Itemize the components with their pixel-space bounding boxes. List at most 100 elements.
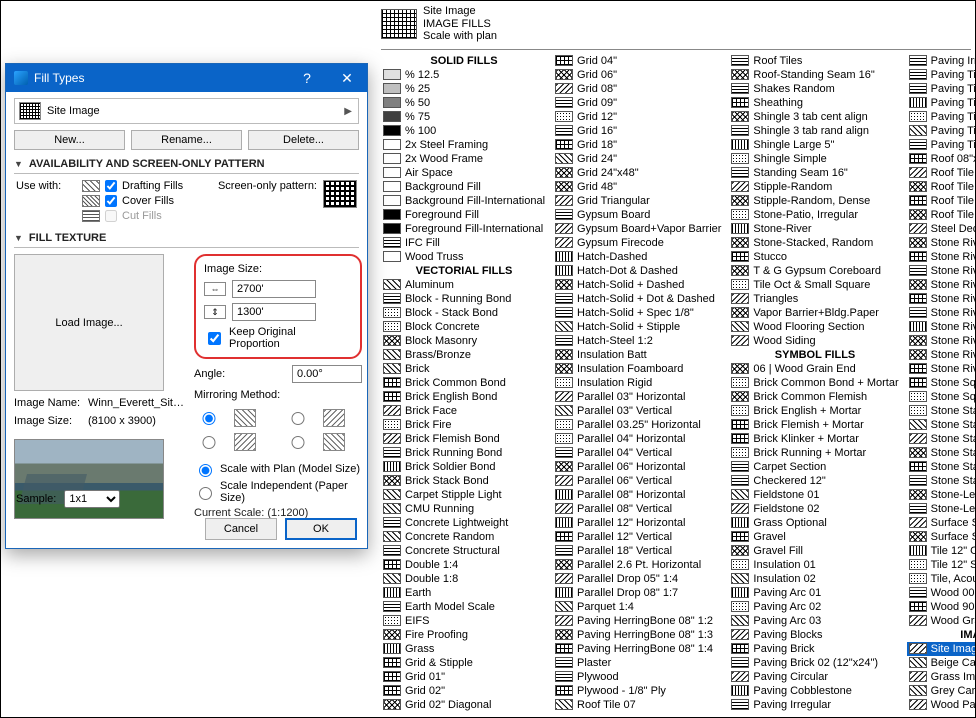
- mirror-option-2[interactable]: [283, 412, 313, 425]
- list-item[interactable]: Air Space: [381, 166, 547, 180]
- list-item[interactable]: Grid 02" Diagonal: [381, 698, 547, 712]
- list-item[interactable]: Beige Carpet: [907, 656, 975, 670]
- list-item[interactable]: Checkered 12": [729, 474, 900, 488]
- drafting-fills-checkbox[interactable]: [105, 180, 117, 192]
- list-item[interactable]: Stone-Patio, Irregular: [729, 208, 900, 222]
- list-item[interactable]: Hatch-Solid + Stipple: [553, 320, 723, 334]
- screen-only-pattern-button[interactable]: [323, 180, 357, 208]
- delete-button[interactable]: Delete...: [248, 130, 359, 150]
- list-item[interactable]: Roof Tiles: [729, 54, 900, 68]
- list-item[interactable]: Tile Oct & Small Square: [729, 278, 900, 292]
- list-item[interactable]: Earth: [381, 586, 547, 600]
- list-item[interactable]: Parallel 03" Vertical: [553, 404, 723, 418]
- list-item[interactable]: Hatch-Dashed: [553, 250, 723, 264]
- list-item[interactable]: Paving Arc 01: [729, 586, 900, 600]
- list-item[interactable]: Paving Irregular: [907, 54, 975, 68]
- list-item[interactable]: Roof-Standing Seam 16": [729, 68, 900, 82]
- list-item[interactable]: Brick Common Bond + Mortar: [729, 376, 900, 390]
- list-item[interactable]: Insulation Foamboard: [553, 362, 723, 376]
- list-item[interactable]: Paving Tile Patio 04: [907, 124, 975, 138]
- list-item[interactable]: Stone Square Tiled Medium 02: [907, 390, 975, 404]
- list-item[interactable]: Paving Brick: [729, 642, 900, 656]
- list-item[interactable]: Stone River Large 03: [907, 264, 975, 278]
- sample-select[interactable]: 1x1: [64, 490, 120, 508]
- list-item[interactable]: Hatch-Solid + Dashed: [553, 278, 723, 292]
- list-item[interactable]: Wood Siding: [729, 334, 900, 348]
- list-item[interactable]: Shakes Random: [729, 82, 900, 96]
- list-item[interactable]: Paving Cobblestone: [729, 684, 900, 698]
- list-item[interactable]: Parallel 12" Horizontal: [553, 516, 723, 530]
- list-item[interactable]: Hatch-Solid + Dot & Dashed: [553, 292, 723, 306]
- list-item[interactable]: Stone River Large 02: [907, 250, 975, 264]
- scale-indep-radio[interactable]: [199, 487, 212, 500]
- list-item[interactable]: Block - Stack Bond: [381, 306, 547, 320]
- fill-selector[interactable]: Site Image ▶: [14, 98, 359, 124]
- list-item[interactable]: Triangles: [729, 292, 900, 306]
- list-item[interactable]: Paving Arc 02: [729, 600, 900, 614]
- list-item[interactable]: Background Fill-International: [381, 194, 547, 208]
- list-item[interactable]: Stone-Ledgestone: [907, 502, 975, 516]
- list-item[interactable]: Brick Face: [381, 404, 547, 418]
- list-item[interactable]: Shingle Simple: [729, 152, 900, 166]
- ok-button[interactable]: OK: [285, 518, 357, 540]
- list-item[interactable]: Paving Tile Patio 03: [907, 110, 975, 124]
- list-item[interactable]: Wood Flooring Section: [729, 320, 900, 334]
- list-item[interactable]: Grid 16": [553, 124, 723, 138]
- list-item[interactable]: Paving Irregular: [729, 698, 900, 712]
- list-item[interactable]: Brick Soldier Bond: [381, 460, 547, 474]
- list-item[interactable]: Tile 12" Oct. & Diamond: [907, 544, 975, 558]
- list-item[interactable]: Stone River XLarge 02: [907, 362, 975, 376]
- list-item[interactable]: Brick Running + Mortar: [729, 446, 900, 460]
- list-item[interactable]: Parallel 06" Horizontal: [553, 460, 723, 474]
- list-item[interactable]: Roof Tile 1-piece mission: [907, 208, 975, 222]
- list-item[interactable]: Paving Circular: [729, 670, 900, 684]
- list-item[interactable]: Sheathing: [729, 96, 900, 110]
- close-button[interactable]: ✕: [327, 64, 367, 92]
- list-item[interactable]: Stone River Medium 04: [907, 320, 975, 334]
- list-item[interactable]: Wood Grain End: [907, 614, 975, 628]
- list-item[interactable]: Wood Truss: [381, 250, 547, 264]
- mirror-option-4[interactable]: [283, 436, 313, 449]
- list-item[interactable]: Brick English + Mortar: [729, 404, 900, 418]
- list-item[interactable]: % 50: [381, 96, 547, 110]
- list-item[interactable]: Grid 08": [553, 82, 723, 96]
- list-item[interactable]: Stone Stacked Medium 04: [907, 446, 975, 460]
- list-item[interactable]: Parallel 04" Horizontal: [553, 432, 723, 446]
- list-item[interactable]: Concrete Lightweight: [381, 516, 547, 530]
- list-item[interactable]: Brick Running Bond: [381, 446, 547, 460]
- list-item[interactable]: 2x Steel Framing: [381, 138, 547, 152]
- list-item[interactable]: Background Fill: [381, 180, 547, 194]
- list-item[interactable]: Parallel 08" Vertical: [553, 502, 723, 516]
- list-item[interactable]: Stipple-Random, Dense: [729, 194, 900, 208]
- list-item[interactable]: Foreground Fill-International: [381, 222, 547, 236]
- load-image-button[interactable]: Load Image...: [14, 254, 164, 391]
- list-item[interactable]: Hatch-Dot & Dashed: [553, 264, 723, 278]
- list-item[interactable]: Wood 00: [907, 586, 975, 600]
- list-item[interactable]: Parallel 12" Vertical: [553, 530, 723, 544]
- list-item[interactable]: Plywood - 1/8" Ply: [553, 684, 723, 698]
- list-item[interactable]: Paving Tile Square Offset 01: [907, 138, 975, 152]
- list-item[interactable]: Parallel 2.6 Pt. Horizontal: [553, 558, 723, 572]
- list-item[interactable]: Parallel 06" Vertical: [553, 474, 723, 488]
- list-item[interactable]: Stone Stacked Medium 03: [907, 432, 975, 446]
- list-item[interactable]: Insulation 02: [729, 572, 900, 586]
- list-item[interactable]: Roof Tile 07: [553, 698, 723, 712]
- list-item[interactable]: Stone Stacked Small 01: [907, 460, 975, 474]
- list-item[interactable]: Paving Tile Garden Tripoint: [907, 68, 975, 82]
- list-item[interactable]: Grass: [381, 642, 547, 656]
- list-item[interactable]: Brick Flemish + Mortar: [729, 418, 900, 432]
- list-item[interactable]: CMU Running: [381, 502, 547, 516]
- list-item[interactable]: T & G Gypsum Coreboard: [729, 264, 900, 278]
- list-item[interactable]: Grid 12": [553, 110, 723, 124]
- list-item[interactable]: Stone Stacked Medium 01: [907, 404, 975, 418]
- list-item[interactable]: % 100: [381, 124, 547, 138]
- new-button[interactable]: New...: [14, 130, 125, 150]
- list-item[interactable]: Parallel 18" Vertical: [553, 544, 723, 558]
- rename-button[interactable]: Rename...: [131, 130, 242, 150]
- list-item[interactable]: Parquet 1:4: [553, 600, 723, 614]
- list-item[interactable]: Surface Stone 1: [907, 516, 975, 530]
- list-item[interactable]: Concrete Random: [381, 530, 547, 544]
- mirror-option-1[interactable]: [194, 412, 224, 425]
- list-item[interactable]: Gravel Fill: [729, 544, 900, 558]
- list-item[interactable]: Wood 90: [907, 600, 975, 614]
